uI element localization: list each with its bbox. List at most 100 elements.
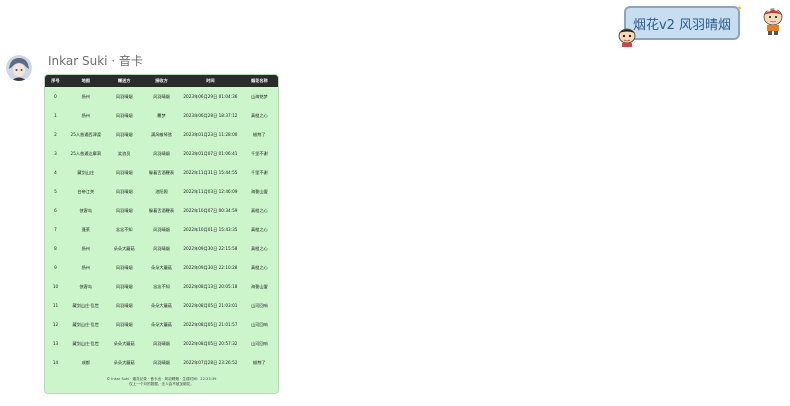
sender-name: Inkar Suki · 音卡: [48, 54, 143, 68]
header-map: 地图: [81, 78, 90, 83]
header-index: 序号: [51, 78, 60, 83]
cell-receiver: 念念不知: [153, 283, 170, 289]
cell-map: 25人普通达摩洞: [70, 150, 101, 156]
cell-time: 2022年11月03日 12:46:09: [183, 188, 238, 194]
cell-sender: 风羽晴烟: [115, 302, 133, 308]
cell-receiver: 朵朵大蘑菇: [151, 302, 172, 308]
table-row: 6 侠客岛 风羽晴烟 躲着舌酒鞭表 2022年10月07日 00:34:59 真…: [45, 201, 278, 220]
cell-sender: 风羽晴烟: [115, 321, 133, 327]
cell-map: 成都: [81, 359, 90, 365]
cell-firework-name: 椒荆了: [253, 359, 266, 365]
cell-sender: 风羽晴烟: [115, 283, 133, 289]
cell-receiver: 风羽晴烟: [153, 93, 170, 99]
cell-receiver: 风羽晴烟: [153, 226, 170, 232]
cell-receiver: 躲着舌酒鞭表: [148, 207, 175, 213]
cell-firework-name: 真橙之心: [250, 207, 268, 213]
chat-bubble-text: 烟花v2 风羽晴烟: [632, 17, 732, 33]
cell-map: 扬州: [81, 93, 90, 99]
cell-index: 7: [54, 227, 57, 232]
cell-sender: 风羽晴烟: [115, 169, 133, 175]
anime-avatar-icon: [6, 55, 32, 81]
cell-index: 2: [54, 132, 57, 137]
cell-time: 2023年06月28日 18:37:12: [183, 112, 238, 118]
cell-index: 13: [52, 341, 59, 346]
cell-receiver: 覆梦: [157, 112, 166, 118]
cell-receiver: 满风敏琴弦: [151, 131, 172, 137]
cell-time: 2022年10月07日 00:34:59: [183, 207, 238, 213]
table-row: 10 侠客岛 风羽晴烟 念念不知 2022年08月13日 20:05:18 海誓…: [45, 277, 278, 296]
cell-firework-name: 千里不谢: [250, 169, 268, 175]
cell-map: 扬州: [81, 245, 90, 251]
cell-sender: 风羽晴烟: [115, 93, 133, 99]
image-card[interactable]: 序号 地图 赠送方 接收方 时间 烟花名称 0 扬州 风羽晴烟 风羽晴烟 202…: [44, 74, 279, 394]
star-icon: ✦: [736, 4, 743, 13]
header-time: 时间: [206, 78, 215, 83]
cell-index: 11: [52, 303, 59, 308]
cell-sender: 念念不知: [115, 226, 133, 232]
cell-index: 10: [52, 284, 59, 289]
table-row: 0 扬州 风羽晴烟 风羽晴烟 2023年06月29日 01:04:36 山海铭梦: [45, 87, 278, 106]
cell-index: 5: [54, 189, 57, 194]
cell-map: 藏剑山庄·乱世: [72, 302, 99, 308]
cell-time: 2022年08月05日 21:01:57: [183, 321, 238, 327]
table-header-row: 序号 地图 赠送方 接收方 时间 烟花名称: [45, 75, 278, 87]
cell-time: 2023年01月07日 01:06:41: [183, 150, 238, 156]
table-row: 7 蓬莱 念念不知 风羽晴烟 2022年10月01日 15:43:35 真橙之心: [45, 220, 278, 239]
cell-firework-name: 海誓山盟: [250, 283, 268, 289]
cell-map: 蓬莱: [81, 226, 90, 232]
cell-sender: 笑浪员: [117, 150, 131, 156]
table-row: 13 藏剑山庄·乱世 朵朵大蘑菇 风羽晴烟 2022年08月05日 20:57:…: [45, 334, 278, 353]
footer-line-2: 仅上一个月的数据，无人会不被加烟花。: [129, 382, 194, 386]
table-row: 8 扬州 朵朵大蘑菇 风羽晴烟 2022年09月30日 22:15:58 真橙之…: [45, 239, 278, 258]
fireworks-table: 序号 地图 赠送方 接收方 时间 烟花名称 0 扬州 风羽晴烟 风羽晴烟 202…: [45, 75, 278, 372]
header-sender: 赠送方: [117, 78, 131, 83]
cell-map: 扬州: [81, 264, 90, 270]
cell-time: 2022年09月30日 22:15:58: [183, 245, 238, 251]
table-row: 9 扬州 风羽晴烟 朵朵大蘑菇 2022年09月30日 22:10:28 真橙之…: [45, 258, 278, 277]
cell-map: 藏剑山庄·乱世: [72, 340, 99, 346]
cell-receiver: 朵朵大蘑菇: [151, 321, 172, 327]
cell-map: 扬州: [81, 112, 90, 118]
cell-receiver: 风羽晴烟: [153, 150, 170, 156]
cell-time: 2022年10月01日 15:43:35: [183, 226, 238, 232]
right-avatar[interactable]: [760, 6, 786, 36]
cartoon-sticker-icon: [618, 28, 636, 47]
cell-time: 2022年08月05日 20:57:32: [183, 340, 238, 346]
cell-firework-name: 真橙之心: [250, 245, 268, 251]
cell-receiver: 池阳照: [155, 188, 168, 194]
cell-index: 1: [54, 113, 57, 118]
cell-map: 侠客岛: [79, 207, 93, 213]
cell-index: 0: [54, 94, 57, 99]
chat-bubble-right[interactable]: 烟花v2 风羽晴烟: [624, 6, 740, 40]
header-receiver: 接收方: [155, 78, 168, 83]
cell-receiver: 风羽晴烟: [153, 359, 170, 365]
cell-firework-name: 山河回响: [250, 321, 268, 327]
sender-avatar[interactable]: [6, 55, 32, 81]
table-row: 3 25人普通达摩洞 笑浪员 风羽晴烟 2023年01月07日 01:06:41…: [45, 144, 278, 163]
cell-receiver: 躲着舌酒鞭表: [148, 169, 175, 175]
cell-map: 侠客岛: [79, 283, 93, 289]
table-row: 14 成都 朵朵大蘑菇 风羽晴烟 2022年07月28日 23:26:52 椒荆…: [45, 353, 278, 372]
table-row: 1 扬州 风羽晴烟 覆梦 2023年06月28日 18:37:12 真橙之心: [45, 106, 278, 125]
cell-time: 2022年08月05日 21:03:01: [183, 302, 238, 308]
table-row: 5 台帝江关 风羽晴烟 池阳照 2022年11月03日 12:46:09 海誓山…: [45, 182, 278, 201]
cell-sender: 风羽晴烟: [115, 112, 133, 118]
cell-map: 25人普通西津渡: [70, 131, 101, 137]
cell-firework-name: 千里不谢: [250, 150, 268, 156]
cell-index: 8: [54, 246, 57, 251]
cell-firework-name: 椒荆了: [253, 131, 266, 137]
cell-map: 藏剑山庄·乱世: [72, 321, 99, 327]
cell-sender: 风羽晴烟: [115, 264, 133, 270]
chat-view: 烟花v2 风羽晴烟 ✦ Inkar Suki · 音卡 序号 地图 赠送方 接收…: [0, 0, 790, 406]
cell-map: 台帝江关: [77, 188, 95, 194]
cell-time: 2022年07月28日 23:26:52: [183, 359, 238, 365]
cell-sender: 风羽晴烟: [115, 188, 133, 194]
cell-time: 2023年06月29日 01:04:36: [183, 93, 238, 99]
cell-firework-name: 山河回响: [250, 340, 268, 346]
cell-sender: 风羽晴烟: [115, 207, 133, 213]
cell-sender: 风羽晴烟: [115, 131, 133, 137]
right-message-group: 烟花v2 风羽晴烟 ✦: [612, 4, 790, 50]
cell-sender: 朵朵大蘑菇: [113, 245, 135, 251]
cell-index: 4: [54, 170, 57, 175]
cell-sender: 朵朵大蘑菇: [113, 359, 135, 365]
